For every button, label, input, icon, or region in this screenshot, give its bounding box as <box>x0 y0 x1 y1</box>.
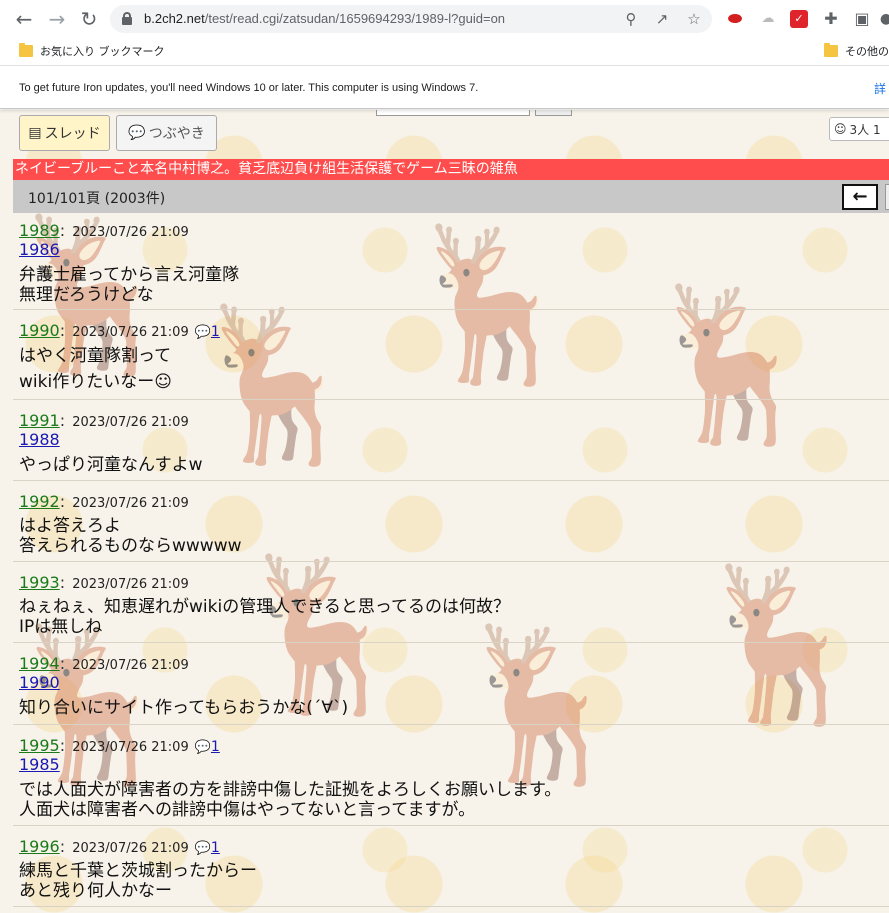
face-icon: ☺ <box>834 122 847 136</box>
tab-thread-label: スレッド <box>44 126 101 142</box>
next-page-button[interactable] <box>885 184 889 210</box>
url-text[interactable]: b.2ch2.net/test/read.cgi/zatsudan/165969… <box>144 11 505 26</box>
back-arrow-icon[interactable]: ← <box>11 6 37 32</box>
post-number-link[interactable]: 1994 <box>19 654 60 673</box>
reload-icon[interactable]: ↻ <box>76 6 102 32</box>
zoom-icon[interactable]: ⚲ <box>622 10 640 28</box>
post-header: 1993: 2023/07/26 21:09 <box>19 573 189 592</box>
bookmarks-bar: お気に入り ブックマーク その他の <box>0 38 889 66</box>
post-body-line: やっぱり河童なんすよw <box>19 455 203 475</box>
post-date: 2023/07/26 21:09 <box>72 841 189 856</box>
thread-title: ネイビーブルーこと本名中村博之。貧乏底辺負け組生活保護でゲーム三昧の雑魚 <box>13 159 889 180</box>
post-date: 2023/07/26 21:09 <box>72 740 189 755</box>
browser-toolbar: ← → ↻ b.2ch2.net/test/read.cgi/zatsudan/… <box>0 0 889 38</box>
post-item: 1993: 2023/07/26 21:09 ねぇねぇ、知恵遅れがwikiの管理… <box>13 573 889 643</box>
extensions-puzzle-icon[interactable]: ✚ <box>822 10 840 28</box>
post-body-line: IPは無しね <box>19 617 103 637</box>
profile-icon[interactable]: ● <box>877 10 889 28</box>
opera-extension-icon[interactable]: ⬬ <box>726 10 744 28</box>
tab-tweet[interactable]: 💬 つぶやき <box>116 115 217 151</box>
prev-page-button[interactable]: ← <box>842 184 878 210</box>
share-icon[interactable]: ↗ <box>653 10 671 28</box>
update-infobar: To get future Iron updates, you'll need … <box>0 67 889 109</box>
online-users-count: 3人 1 <box>849 122 881 137</box>
post-number-link[interactable]: 1992 <box>19 492 60 511</box>
page-count: 101/101頁 (2003件) <box>28 191 166 207</box>
reply-count-link[interactable]: 1 <box>211 840 220 856</box>
reply-count-link[interactable]: 1 <box>211 739 220 755</box>
post-item: 1992: 2023/07/26 21:09 はよ答えろよ 答えられるものならw… <box>13 492 889 562</box>
post-date: 2023/07/26 21:09 <box>72 577 189 592</box>
bookmark-favorites[interactable]: お気に入り ブックマーク <box>40 43 165 59</box>
post-item: 1990: 2023/07/26 21:09 💬1 はやく河童隊割って wiki作… <box>13 321 889 400</box>
post-number-link[interactable]: 1989 <box>19 221 60 240</box>
thread-page: 🦌 🦌 🦌 🦌 🦌 🦌 🦌 🦌 ▤ スレッド 💬 つぶやき ☺ 3人 1 ネイビ… <box>0 110 889 913</box>
reply-bubble-icon: 💬 <box>194 841 211 856</box>
post-item: 1989: 2023/07/26 21:09 1986 弁護士雇ってから言え河童… <box>13 221 889 310</box>
post-item: 1994: 2023/07/26 21:09 1990 知り合いにサイト作っても… <box>13 654 889 725</box>
post-body-line: 知り合いにサイト作ってもらおうかな(´∀`) <box>19 698 349 718</box>
post-header: 1995: 2023/07/26 21:09 💬1 <box>19 736 220 755</box>
partial-search-button[interactable] <box>535 110 572 116</box>
reply-bubble-icon: 💬 <box>194 740 211 755</box>
post-header: 1994: 2023/07/26 21:09 <box>19 654 189 673</box>
post-header: 1996: 2023/07/26 21:09 💬1 <box>19 837 220 856</box>
lock-icon <box>122 12 132 25</box>
post-header: 1989: 2023/07/26 21:09 <box>19 221 189 240</box>
post-header: 1990: 2023/07/26 21:09 💬1 <box>19 321 220 340</box>
address-bar[interactable]: b.2ch2.net/test/read.cgi/zatsudan/165969… <box>110 5 712 33</box>
url-host: b.2ch2.net <box>144 11 205 26</box>
post-header: 1992: 2023/07/26 21:09 <box>19 492 189 511</box>
cloud-extension-icon[interactable]: ☁ <box>759 10 777 28</box>
reply-anchor-link[interactable]: 1985 <box>19 755 60 774</box>
post-number-link[interactable]: 1995 <box>19 736 60 755</box>
chat-bubble-icon: 💬 <box>128 125 146 141</box>
post-date: 2023/07/26 21:09 <box>72 415 189 430</box>
partial-search-input[interactable] <box>376 110 530 116</box>
post-body-line: はやく河童隊割って <box>19 346 172 366</box>
post-header: 1991: 2023/07/26 21:09 <box>19 411 189 430</box>
post-body-line: 答えられるものならwwwww <box>19 536 242 556</box>
post-number-link[interactable]: 1990 <box>19 321 60 340</box>
post-body-line: あと残り何人かなー <box>19 881 172 901</box>
post-body-line: wiki作りたいなー☺ <box>19 372 172 392</box>
reply-anchor-link[interactable]: 1988 <box>19 430 60 449</box>
post-number-link[interactable]: 1993 <box>19 573 60 592</box>
online-users-badge[interactable]: ☺ 3人 1 <box>829 117 889 141</box>
infobar-details-link[interactable]: 詳 <box>874 80 886 97</box>
pagination-bar: 101/101頁 (2003件) ← <box>13 180 889 213</box>
post-number-link[interactable]: 1996 <box>19 837 60 856</box>
post-item: 1991: 2023/07/26 21:09 1988 やっぱり河童なんすよw <box>13 411 889 481</box>
reply-bubble-icon: 💬 <box>194 325 211 340</box>
pocket-extension-icon[interactable]: ✓ <box>790 10 808 28</box>
post-body-line: 無理だろうけどな <box>19 285 154 305</box>
post-date: 2023/07/26 21:09 <box>72 225 189 240</box>
bookmark-other[interactable]: その他の <box>845 43 889 59</box>
tab-thread[interactable]: ▤ スレッド <box>19 115 110 151</box>
tab-tweet-label: つぶやき <box>148 126 205 142</box>
reply-anchor-link[interactable]: 1990 <box>19 673 60 692</box>
folder-icon <box>19 43 33 57</box>
post-number-link[interactable]: 1991 <box>19 411 60 430</box>
post-date: 2023/07/26 21:09 <box>72 496 189 511</box>
post-item: 1996: 2023/07/26 21:09 💬1 練馬と千葉と茨城割ったからー … <box>13 837 889 907</box>
post-date: 2023/07/26 21:09 <box>72 658 189 673</box>
reply-count-link[interactable]: 1 <box>211 324 220 340</box>
bookmark-star-icon[interactable]: ☆ <box>685 10 703 28</box>
side-panel-icon[interactable]: ▣ <box>853 10 871 28</box>
post-date: 2023/07/26 21:09 <box>72 325 189 340</box>
folder-icon <box>824 43 838 57</box>
list-icon: ▤ <box>28 125 42 141</box>
url-path: /test/read.cgi/zatsudan/1659694293/1989-… <box>204 11 506 26</box>
reply-anchor-link[interactable]: 1986 <box>19 240 60 259</box>
post-item: 1995: 2023/07/26 21:09 💬1 1985 では人面犬が障害者の… <box>13 736 889 826</box>
post-body-line: 人面犬は障害者への誹謗中傷はやってないと言ってますが。 <box>19 800 476 820</box>
forward-arrow-icon[interactable]: → <box>44 6 70 32</box>
infobar-message: To get future Iron updates, you'll need … <box>19 82 479 94</box>
